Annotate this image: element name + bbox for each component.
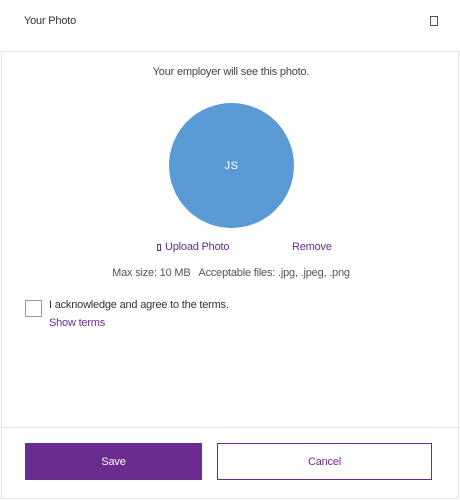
dialog-title: Your Photo <box>24 15 77 27</box>
dialog-header: Your Photo <box>0 0 460 52</box>
upload-photo-link[interactable]: Upload Photo <box>157 241 229 253</box>
show-terms-link[interactable]: Show terms <box>49 317 105 329</box>
footer-divider <box>2 427 458 428</box>
intro-text: Your employer will see this photo. <box>152 66 310 78</box>
avatar-initials: JS <box>224 159 239 172</box>
photo-dialog: Your Photo Your employer will see this p… <box>0 0 460 500</box>
dialog-body: Your employer will see this photo. JS Up… <box>1 52 459 499</box>
save-button[interactable]: Save <box>25 443 202 480</box>
upload-icon <box>157 243 161 251</box>
remove-photo-link[interactable]: Remove <box>292 241 332 253</box>
upload-photo-label: Upload Photo <box>165 241 230 253</box>
close-icon[interactable] <box>430 16 438 26</box>
file-requirements: Max size: 10 MB Acceptable files: .jpg, … <box>112 267 350 279</box>
acknowledge-label: I acknowledge and agree to the terms. <box>49 299 229 311</box>
acknowledge-checkbox[interactable] <box>25 300 42 317</box>
cancel-button[interactable]: Cancel <box>217 443 432 480</box>
avatar: JS <box>169 103 294 228</box>
